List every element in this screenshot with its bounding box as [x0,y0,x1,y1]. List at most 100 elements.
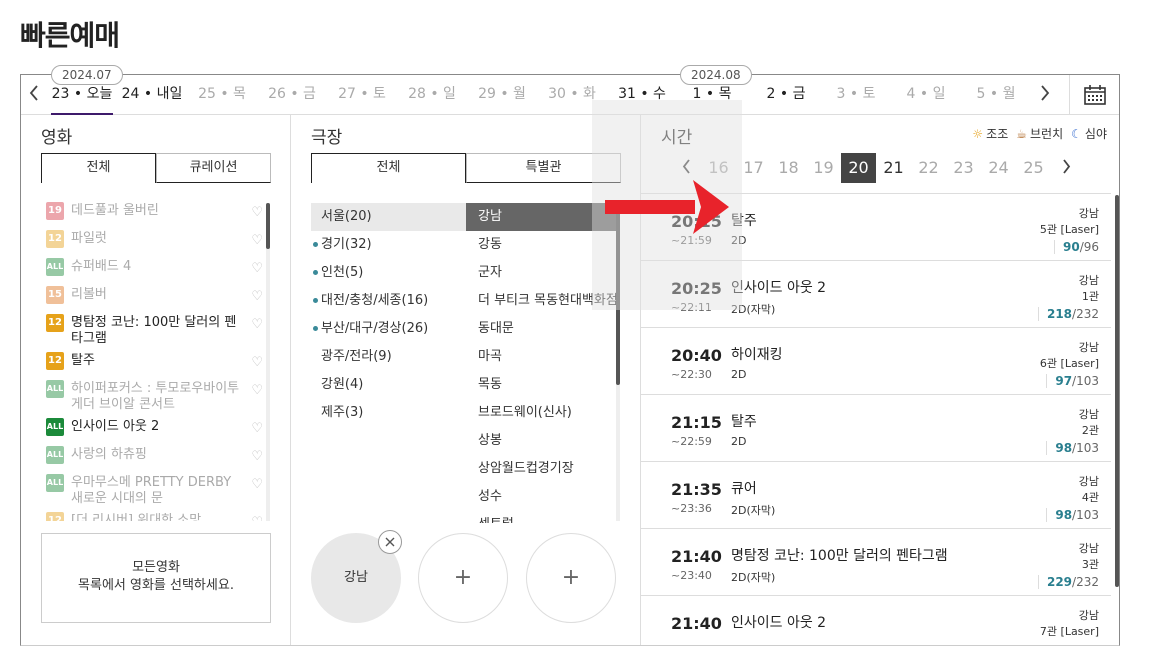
add-theater-slot-1[interactable]: + [418,533,508,623]
branch-item[interactable]: 브로드웨이(신사) [466,399,616,427]
tab-movie-all[interactable]: 전체 [41,153,156,183]
branch-item[interactable]: 동대문 [466,315,616,343]
branch-item[interactable]: 목동 [466,371,616,399]
heart-icon[interactable]: ♡ [251,383,263,398]
branch-item[interactable]: 마곡 [466,343,616,371]
hour-item[interactable]: 25 [1016,153,1051,183]
region-item[interactable]: 제주(3) [311,399,466,427]
movie-item[interactable]: ALL 인사이드 아웃 2 ♡ [41,417,271,445]
branch-item[interactable]: 성수 [466,483,616,511]
movie-item[interactable]: ALL 하이퍼포커스 : 투모로우바이투게더 브이알 콘서트 ♡ [41,379,271,417]
date-item[interactable]: 28 • 일 [401,75,463,115]
heart-icon[interactable]: ♡ [251,449,263,464]
rating-badge: 12 [46,512,64,521]
date-item[interactable]: 25 • 목 [191,75,253,115]
rating-badge: 12 [46,314,64,332]
heart-icon[interactable]: ♡ [251,477,263,492]
session-end-time: ~23:36 [671,502,712,515]
movie-item[interactable]: 12 명탐정 코난: 100만 달러의 펜타그램 ♡ [41,313,271,351]
movie-item[interactable]: ALL 슈퍼배드 4 ♡ [41,257,271,285]
session-cinema: 강남 7관 [Laser] [1040,608,1099,640]
hour-item[interactable]: 21 [876,153,911,183]
movie-item[interactable]: ALL 사랑의 하츄핑 ♡ [41,445,271,473]
movie-item[interactable]: 12 파일럿 ♡ [41,229,271,257]
branch-item[interactable]: 센트럴 [466,511,616,523]
region-label: 강원(4) [321,377,364,392]
movie-title: 명탐정 코난: 100만 달러의 펜타그램 [71,315,237,346]
session-row[interactable]: 21:40 인사이드 아웃 2 강남 7관 [Laser] [641,596,1111,645]
heart-icon[interactable]: ♡ [251,233,263,248]
hour-item[interactable]: 19 [806,153,841,183]
movie-item[interactable]: ALL 우마무스메 PRETTY DERBY 새로운 시대의 문 ♡ [41,473,271,511]
region-item[interactable]: 대전/충청/세종(16) [311,287,466,315]
heart-icon[interactable]: ♡ [251,355,263,370]
region-item[interactable]: 서울(20) [311,203,466,231]
session-scroll-thumb[interactable] [1115,195,1119,587]
branch-item[interactable]: 상봉 [466,427,616,455]
date-item[interactable]: 26 • 금 [261,75,323,115]
session-row[interactable]: 20:40 ~22:30 하이재킹 2D 강남 6관 [Laser] 97/103 [641,328,1111,395]
page-title: 빠른예매 [20,19,120,52]
movie-item[interactable]: 19 데드풀과 울버린 ♡ [41,201,271,229]
session-seats-total: /232 [1072,575,1099,589]
date-item[interactable]: 24 • 내일 [121,75,183,115]
remove-theater-button[interactable] [378,530,402,554]
tab-movie-curation[interactable]: 큐레이션 [156,153,271,183]
date-next-button[interactable] [1034,83,1056,105]
hour-item[interactable]: 24 [981,153,1016,183]
selected-theater-chip[interactable]: 강남 [311,530,402,623]
session-row[interactable]: 21:35 ~23:36 큐어 2D(자막) 강남 4관 98/103 [641,462,1111,529]
date-item[interactable]: 29 • 월 [471,75,533,115]
region-item[interactable]: 부산/대구/경상(26) [311,315,466,343]
branch-item[interactable]: 상암월드컵경기장 [466,455,616,483]
region-item[interactable]: 광주/전라(9) [311,343,466,371]
hour-next-button[interactable] [1051,158,1081,179]
session-seats: 218/232 [1037,307,1099,321]
movie-notice-box: 모든영화 목록에서 영화를 선택하세요. [41,533,271,623]
region-item[interactable]: 인천(5) [311,259,466,287]
region-label: 경기(32) [321,237,372,252]
legend-item: ☾ 심야 [1071,125,1107,142]
hour-item[interactable]: 20 [841,153,876,183]
add-theater-slot-2[interactable]: + [526,533,616,623]
movie-item[interactable]: 12 [더 리시버] 위대한 소망 ♡ [41,511,271,521]
heart-icon[interactable]: ♡ [251,317,263,332]
heart-icon[interactable]: ♡ [251,289,263,304]
session-format: 2D [731,435,747,448]
movie-item[interactable]: 15 리볼버 ♡ [41,285,271,313]
tab-theater-all[interactable]: 전체 [311,153,466,183]
hour-item[interactable]: 22 [911,153,946,183]
movie-item[interactable]: 12 탈주 ♡ [41,351,271,379]
date-item[interactable]: 27 • 토 [331,75,393,115]
region-label: 서울(20) [321,209,372,224]
hour-item[interactable]: 23 [946,153,981,183]
session-scrollbar[interactable] [1115,193,1119,645]
heart-icon[interactable]: ♡ [251,261,263,276]
session-row[interactable]: 21:40 ~23:40 명탐정 코난: 100만 달러의 펜타그램 2D(자막) 강남… [641,529,1111,596]
plus-icon: + [561,565,581,590]
movie-title: 하이퍼포커스 : 투모로우바이투게더 브이알 콘서트 [71,381,240,412]
region-item[interactable]: 강원(4) [311,371,466,399]
session-row[interactable]: 21:15 ~22:59 탈주 2D 강남 2관 98/103 [641,395,1111,462]
movie-scroll-thumb[interactable] [266,203,270,249]
date-item[interactable]: 4 • 일 [895,75,957,115]
session-hall: 3관 [1081,558,1099,571]
date-item[interactable]: 5 • 월 [965,75,1027,115]
hour-item[interactable]: 18 [771,153,806,183]
heart-icon[interactable]: ♡ [251,205,263,220]
movie-scrollbar[interactable] [266,203,270,521]
date-prev-button[interactable] [23,83,45,105]
movie-title: 인사이드 아웃 2 [71,419,160,434]
session-cinema-name: 강남 [1078,408,1099,421]
session-hall: 1관 [1081,290,1099,303]
calendar-button[interactable] [1069,75,1119,114]
plus-icon: + [453,565,473,590]
session-cinema: 강남 3관 [1079,541,1099,573]
heart-icon[interactable]: ♡ [251,421,263,436]
date-item[interactable]: 2 • 금 [755,75,817,115]
legend-label: 조조 [986,127,1009,141]
movie-list: 19 데드풀과 울버린 ♡ 12 파일럿 ♡ ALL 슈퍼배드 4 ♡ 15 리볼버 ♡ 12 명탐정 코… [41,201,271,521]
heart-icon[interactable]: ♡ [251,515,263,521]
date-item[interactable]: 3 • 토 [825,75,887,115]
region-item[interactable]: 경기(32) [311,231,466,259]
